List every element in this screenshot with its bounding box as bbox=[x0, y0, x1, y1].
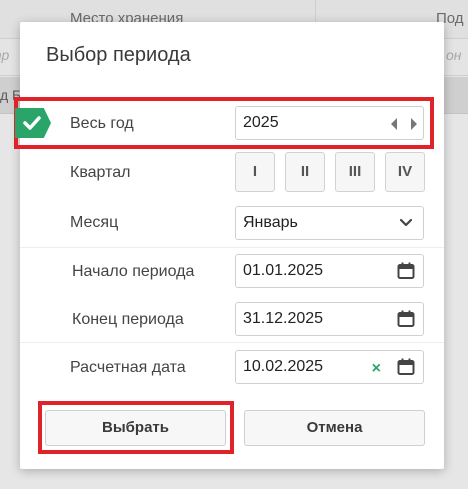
period-end-field[interactable]: 31.12.2025 bbox=[235, 302, 424, 336]
next-year-icon[interactable] bbox=[411, 118, 417, 130]
calendar-icon[interactable] bbox=[397, 310, 415, 328]
calc-date-label: Расчетная дата bbox=[70, 359, 186, 376]
quarter-4-button[interactable]: IV bbox=[385, 152, 425, 192]
cancel-button[interactable]: Отмена bbox=[244, 410, 425, 446]
period-end-value: 31.12.2025 bbox=[243, 310, 324, 327]
year-label: Весь год bbox=[70, 115, 134, 132]
month-select[interactable]: Январь bbox=[235, 206, 424, 240]
filter-placeholder-left: тр bbox=[0, 47, 10, 63]
clear-icon[interactable]: × bbox=[372, 360, 381, 378]
period-start-value: 01.01.2025 bbox=[243, 262, 324, 279]
period-dialog: Выбор периода Весь год 2025 Квартал I II… bbox=[14, 22, 444, 469]
calc-date-field[interactable]: 10.02.2025 × bbox=[235, 350, 424, 384]
checkmark-icon[interactable] bbox=[15, 108, 51, 138]
previous-year-icon[interactable] bbox=[390, 118, 397, 130]
quarter-2-button[interactable]: II bbox=[285, 152, 325, 192]
select-button[interactable]: Выбрать bbox=[45, 410, 226, 446]
year-value: 2025 bbox=[243, 114, 279, 131]
calendar-icon[interactable] bbox=[397, 262, 415, 280]
period-start-label: Начало периода bbox=[72, 263, 195, 280]
divider bbox=[20, 247, 444, 248]
chevron-down-icon[interactable] bbox=[399, 217, 413, 229]
month-label: Месяц bbox=[70, 214, 119, 231]
calc-date-value: 10.02.2025 bbox=[243, 358, 324, 375]
period-end-label: Конец периода bbox=[72, 311, 184, 328]
calendar-icon[interactable] bbox=[397, 358, 415, 376]
month-value: Январь bbox=[243, 214, 298, 231]
dialog-title: Выбор периода bbox=[46, 44, 191, 66]
quarter-1-button[interactable]: I bbox=[235, 152, 275, 192]
year-spinner[interactable]: 2025 bbox=[235, 106, 424, 140]
divider bbox=[20, 342, 444, 343]
quarter-3-button[interactable]: III bbox=[335, 152, 375, 192]
quarter-label: Квартал bbox=[70, 164, 131, 181]
period-start-field[interactable]: 01.01.2025 bbox=[235, 254, 424, 288]
filter-placeholder-right: он bbox=[446, 47, 462, 63]
